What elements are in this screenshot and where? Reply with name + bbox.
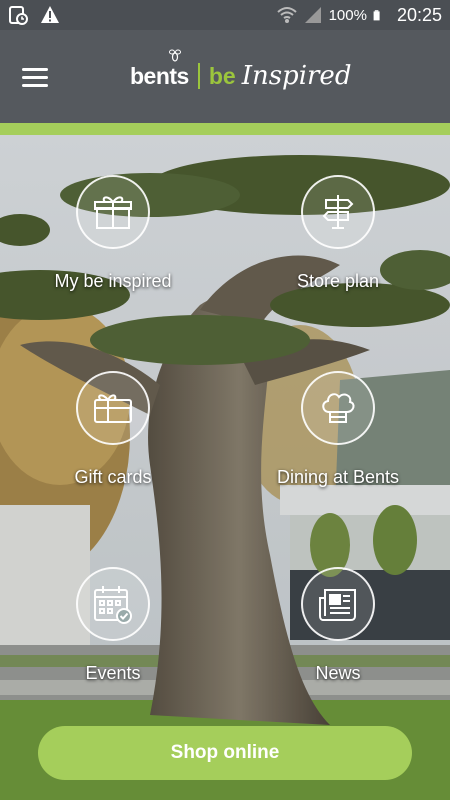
tile-label: Events	[85, 663, 141, 683]
logo-be-text: be	[208, 62, 236, 89]
gift-box-icon	[94, 196, 132, 229]
gift-card-icon	[94, 394, 132, 423]
hamburger-menu-icon[interactable]	[22, 68, 48, 88]
status-bar: 100% 20:25	[0, 0, 450, 30]
tile-events[interactable]: Events	[13, 567, 213, 684]
tile-label: Dining at Bents	[276, 467, 400, 487]
tile-label: Gift cards	[74, 467, 152, 487]
shop-online-button[interactable]: Shop online	[38, 726, 412, 780]
bee-icon	[169, 49, 181, 62]
notification-icon	[9, 6, 28, 25]
tile-label: My be inspired	[54, 271, 172, 291]
logo-inspired-text: Inspired	[241, 61, 352, 91]
calendar-icon	[94, 586, 132, 624]
accent-strip	[0, 123, 450, 135]
warning-icon	[41, 6, 59, 23]
tile-news[interactable]: News	[238, 567, 438, 684]
tile-store-plan[interactable]: Store plan	[238, 175, 438, 292]
battery-percent: 100%	[328, 6, 367, 24]
battery-icon	[373, 10, 380, 21]
app-header: bents be Inspired	[0, 30, 450, 123]
tile-gift-cards[interactable]: Gift cards	[13, 371, 213, 488]
clock: 20:25	[396, 4, 442, 25]
logo-divider	[197, 63, 200, 89]
tile-label: News	[315, 663, 361, 683]
brand-logo: bents be Inspired	[130, 49, 352, 96]
tile-label: Store plan	[296, 271, 380, 291]
signal-icon	[304, 7, 321, 23]
wifi-icon	[276, 7, 297, 23]
logo-bents-text: bents	[130, 62, 189, 89]
chef-hat-icon	[322, 393, 355, 423]
tile-my-be-inspired[interactable]: My be inspired	[13, 175, 213, 292]
signpost-icon	[322, 195, 354, 229]
tile-dining-at-bents[interactable]: Dining at Bents	[238, 371, 438, 488]
newspaper-icon	[319, 589, 356, 621]
